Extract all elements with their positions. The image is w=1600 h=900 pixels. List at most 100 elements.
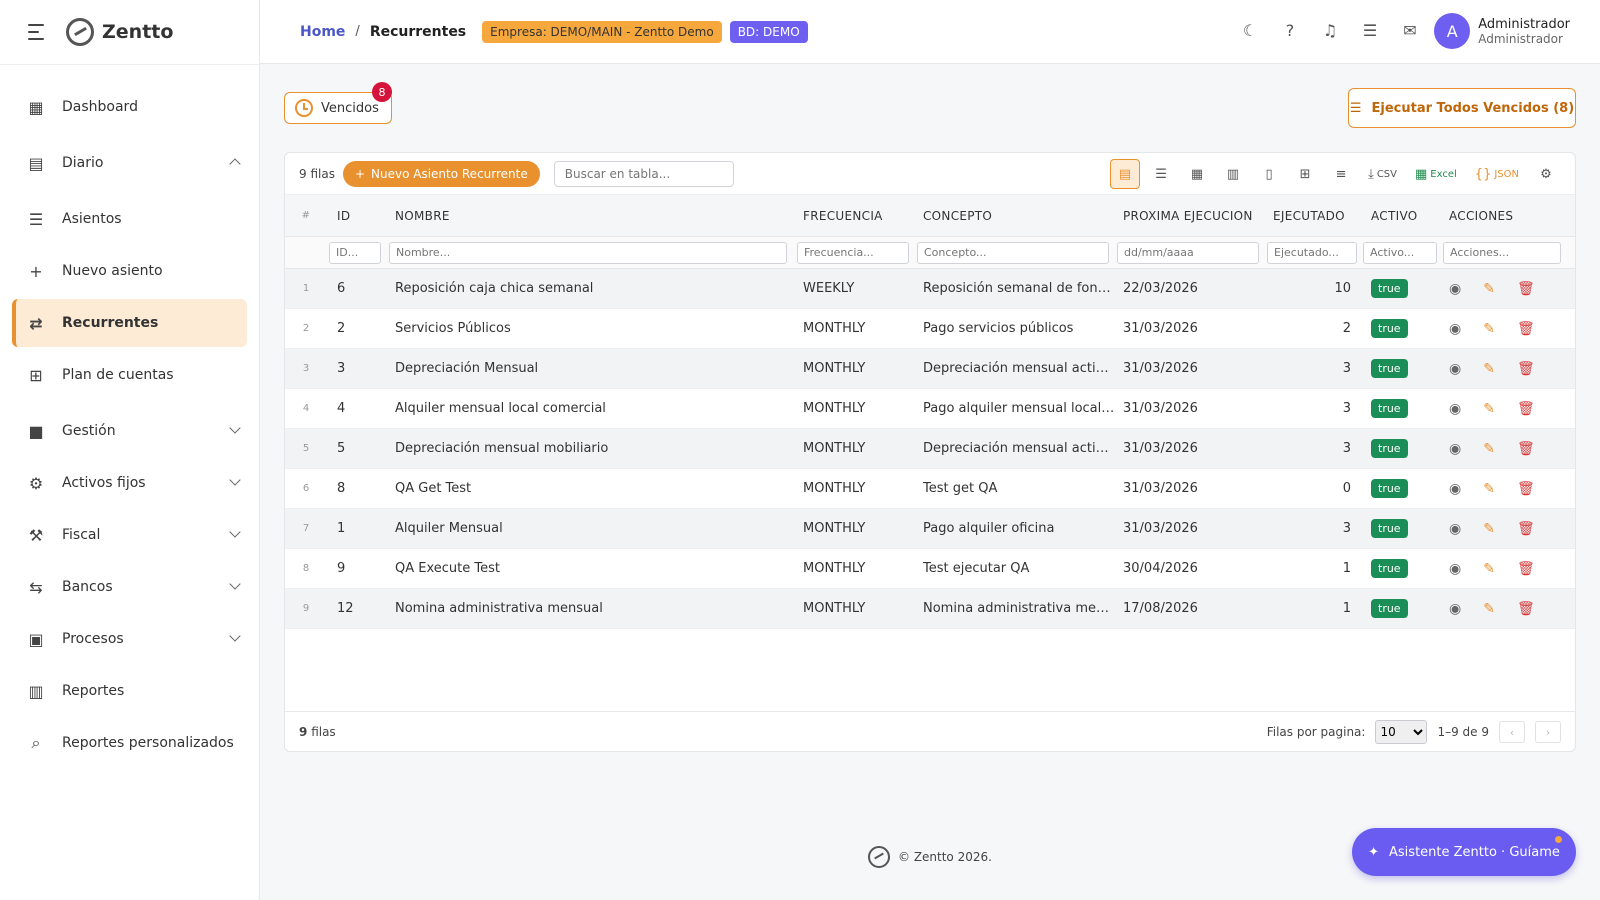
edit-icon[interactable]: ✎ bbox=[1483, 321, 1495, 337]
columns-icon[interactable]: ⊞ bbox=[1290, 159, 1320, 189]
filter-ejecutado-input[interactable] bbox=[1267, 241, 1357, 264]
tasks-icon[interactable]: ☰ bbox=[1360, 20, 1380, 40]
sidebar-item-asientos[interactable]: ☰ Asientos bbox=[12, 195, 247, 243]
chevron-down-icon[interactable] bbox=[229, 630, 241, 642]
delete-icon[interactable]: 🗑 bbox=[1517, 281, 1535, 297]
edit-icon[interactable]: ✎ bbox=[1483, 601, 1495, 617]
next-page-icon[interactable]: › bbox=[1535, 721, 1561, 743]
sidebar-item-activos-fijos[interactable]: ⚙ Activos fijos bbox=[12, 459, 247, 507]
kanban-view-icon[interactable]: ▥ bbox=[1218, 159, 1248, 189]
table-row[interactable]: 6 8 QA Get Test MONTHLY Test get QA 31/03/202… bbox=[285, 469, 1575, 509]
cell-idx: 4 bbox=[302, 403, 310, 414]
breadcrumb-home[interactable]: Home bbox=[300, 24, 345, 40]
delete-icon[interactable]: 🗑 bbox=[1517, 601, 1535, 617]
new-recurring-entry-button[interactable]: + Nuevo Asiento Recurrente bbox=[342, 160, 540, 187]
execute-all-overdue-button[interactable]: ☰ Ejecutar Todos Vencidos (8) bbox=[1348, 88, 1576, 128]
delete-icon[interactable]: 🗑 bbox=[1517, 561, 1535, 577]
sidebar-item-plan-de-cuentas[interactable]: ⊞ Plan de cuentas bbox=[12, 351, 247, 399]
rows-per-page-select[interactable]: 10 bbox=[1375, 720, 1428, 744]
assistant-button[interactable]: ✦ Asistente Zentto · Guíame bbox=[1352, 828, 1576, 876]
sidebar-item-nuevo-asiento[interactable]: + Nuevo asiento bbox=[12, 247, 247, 295]
help-icon[interactable]: ? bbox=[1280, 20, 1300, 40]
mail-icon[interactable]: ✉ bbox=[1400, 20, 1420, 40]
col-proxima-header[interactable]: PROXIMA EJECUCION bbox=[1115, 209, 1265, 223]
filter-concepto-input[interactable] bbox=[917, 241, 1109, 264]
table-row[interactable]: 2 2 Servicios Públicos MONTHLY Pago servicio… bbox=[285, 309, 1575, 349]
table-row[interactable]: 4 4 Alquiler mensual local comercial MONTHL… bbox=[285, 389, 1575, 429]
sidebar-item-procesos[interactable]: ▣ Procesos bbox=[12, 615, 247, 663]
delete-icon[interactable]: 🗑 bbox=[1517, 401, 1535, 417]
edit-icon[interactable]: ✎ bbox=[1483, 561, 1495, 577]
settings-icon[interactable]: ⚙ bbox=[1531, 159, 1561, 189]
grid-view-icon[interactable]: ▦ bbox=[1182, 159, 1212, 189]
delete-icon[interactable]: 🗑 bbox=[1517, 321, 1535, 337]
clipboard-icon[interactable]: ▯ bbox=[1254, 159, 1284, 189]
table-row[interactable]: 3 3 Depreciación Mensual MONTHLY Depreciació… bbox=[285, 349, 1575, 389]
export-excel-button[interactable]: ▦ Excel bbox=[1409, 159, 1463, 189]
export-json-button[interactable]: {} JSON bbox=[1469, 159, 1525, 189]
edit-icon[interactable]: ✎ bbox=[1483, 281, 1495, 297]
view-icon[interactable]: ◉ bbox=[1449, 321, 1461, 337]
view-icon[interactable]: ◉ bbox=[1449, 561, 1461, 577]
delete-icon[interactable]: 🗑 bbox=[1517, 481, 1535, 497]
bell-icon[interactable]: ♫ bbox=[1320, 20, 1340, 40]
col-id-header[interactable]: ID bbox=[327, 209, 387, 223]
filter-frecuencia-input[interactable] bbox=[797, 241, 909, 264]
table-view-icon[interactable]: ▤ bbox=[1110, 159, 1141, 189]
sidebar-item-reportes-personalizados[interactable]: ⌕ Reportes personalizados bbox=[12, 719, 247, 767]
filter-nombre-input[interactable] bbox=[389, 241, 787, 264]
sidebar-item-reportes[interactable]: ▥ Reportes bbox=[12, 667, 247, 715]
filter-activo-input[interactable] bbox=[1363, 241, 1437, 264]
dark-mode-icon[interactable]: ☾ bbox=[1240, 20, 1260, 40]
table-search-input[interactable] bbox=[553, 160, 734, 187]
view-icon[interactable]: ◉ bbox=[1449, 521, 1461, 537]
collapse-menu-icon[interactable] bbox=[28, 24, 46, 40]
chevron-down-icon[interactable] bbox=[229, 422, 241, 434]
table-row[interactable]: 1 6 Reposición caja chica semanal WEEKLY Rep… bbox=[285, 269, 1575, 309]
sidebar-item-diario[interactable]: ▤ Diario bbox=[12, 139, 247, 187]
filter-acciones-input[interactable] bbox=[1443, 241, 1561, 264]
view-icon[interactable]: ◉ bbox=[1449, 601, 1461, 617]
sidebar-item-recurrentes[interactable]: ⇄ Recurrentes bbox=[12, 299, 247, 347]
table-row[interactable]: 9 12 Nomina administrativa mensual MONTHLY N… bbox=[285, 589, 1575, 629]
col-nombre-header[interactable]: NOMBRE bbox=[387, 209, 795, 223]
table-row[interactable]: 5 5 Depreciación mensual mobiliario MONTHLY… bbox=[285, 429, 1575, 469]
col-concepto-header[interactable]: CONCEPTO bbox=[915, 209, 1115, 223]
chevron-down-icon[interactable] bbox=[229, 526, 241, 538]
view-icon[interactable]: ◉ bbox=[1449, 361, 1461, 377]
table-row[interactable]: 7 1 Alquiler Mensual MONTHLY Pago alquiler o… bbox=[285, 509, 1575, 549]
chevron-down-icon[interactable] bbox=[229, 578, 241, 590]
filter-proxima-input[interactable] bbox=[1117, 241, 1259, 264]
density-icon[interactable]: ≡ bbox=[1326, 159, 1356, 189]
user-menu[interactable]: A Administrador Administrador bbox=[1434, 13, 1570, 49]
sidebar-item-dashboard[interactable]: ▦ Dashboard bbox=[12, 83, 247, 131]
table-row[interactable]: 8 9 QA Execute Test MONTHLY Test ejecutar QA… bbox=[285, 549, 1575, 589]
view-icon[interactable]: ◉ bbox=[1449, 401, 1461, 417]
export-csv-button[interactable]: ⤓ CSV bbox=[1362, 159, 1403, 189]
sidebar-item-fiscal[interactable]: ⚒ Fiscal bbox=[12, 511, 247, 559]
view-icon[interactable]: ◉ bbox=[1449, 481, 1461, 497]
prev-page-icon[interactable]: ‹ bbox=[1499, 721, 1525, 743]
delete-icon[interactable]: 🗑 bbox=[1517, 441, 1535, 457]
col-frecuencia-header[interactable]: FRECUENCIA bbox=[795, 209, 915, 223]
col-activo-header[interactable]: ACTIVO bbox=[1361, 209, 1441, 223]
edit-icon[interactable]: ✎ bbox=[1483, 361, 1495, 377]
chevron-down-icon[interactable] bbox=[229, 474, 241, 486]
filter-id-input[interactable] bbox=[329, 241, 381, 264]
col-ejecutado-header[interactable]: EJECUTADO bbox=[1265, 209, 1361, 223]
edit-icon[interactable]: ✎ bbox=[1483, 401, 1495, 417]
edit-icon[interactable]: ✎ bbox=[1483, 481, 1495, 497]
app-logo[interactable]: Zentto bbox=[66, 18, 173, 46]
view-icon[interactable]: ◉ bbox=[1449, 281, 1461, 297]
view-icon[interactable]: ◉ bbox=[1449, 441, 1461, 457]
list-view-icon[interactable]: ☰ bbox=[1146, 159, 1176, 189]
cell-activo: true bbox=[1361, 399, 1441, 418]
delete-icon[interactable]: 🗑 bbox=[1517, 521, 1535, 537]
sidebar-item-gestión[interactable]: ■ Gestión bbox=[12, 407, 247, 455]
sidebar-item-bancos[interactable]: ⇆ Bancos bbox=[12, 563, 247, 611]
chevron-up-icon[interactable] bbox=[229, 158, 241, 170]
edit-icon[interactable]: ✎ bbox=[1483, 521, 1495, 537]
delete-icon[interactable]: 🗑 bbox=[1517, 361, 1535, 377]
avatar[interactable]: A bbox=[1434, 13, 1471, 49]
edit-icon[interactable]: ✎ bbox=[1483, 441, 1495, 457]
